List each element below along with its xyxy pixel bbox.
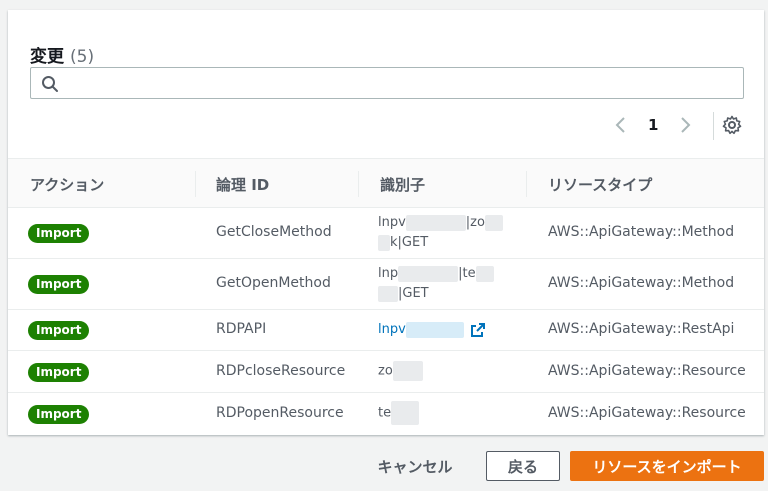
redacted-text bbox=[378, 234, 390, 251]
changes-panel: 変更 (5) 1 アクション 論理 ID 識別子 リソースタイプ Import G… bbox=[8, 10, 764, 435]
logical-id-cell: GetCloseMethod bbox=[216, 224, 332, 240]
identifier-text: zo bbox=[378, 363, 393, 379]
logical-id-cell: RDPcloseResource bbox=[216, 363, 346, 379]
previous-page-icon[interactable] bbox=[612, 114, 630, 136]
import-status-badge: Import bbox=[28, 321, 90, 340]
identifier-cell: lnpv |zo k|GET bbox=[378, 213, 508, 253]
logical-id-cell: RDPopenResource bbox=[216, 405, 344, 421]
identifier-text: |GET bbox=[398, 286, 429, 301]
table-row: Import RDPAPI lnpv AWS::ApiGateway::Rest… bbox=[8, 310, 764, 351]
column-divider bbox=[358, 171, 359, 197]
table-row: Import GetOpenMethod lnp |te |GET AWS::Ap… bbox=[8, 259, 764, 310]
table-row: Import GetCloseMethod lnpv |zo k|GET AWS:… bbox=[8, 208, 764, 259]
identifier-text: lnp bbox=[378, 266, 399, 281]
panel-title: 変更 (5) bbox=[30, 42, 94, 67]
logical-id-cell: RDPAPI bbox=[216, 321, 267, 337]
resource-type-cell: AWS::ApiGateway::Method bbox=[548, 275, 735, 291]
import-status-badge: Import bbox=[28, 405, 90, 424]
table-row: Import RDPcloseResource zo AWS::ApiGatew… bbox=[8, 351, 764, 393]
redacted-text bbox=[391, 401, 420, 425]
pagination-divider bbox=[713, 112, 714, 140]
import-status-badge: Import bbox=[28, 363, 90, 382]
cancel-button[interactable]: キャンセル bbox=[366, 450, 464, 482]
redacted-text bbox=[405, 321, 464, 338]
resource-type-cell: AWS::ApiGateway::Resource bbox=[548, 363, 746, 379]
identifier-cell[interactable]: lnpv bbox=[378, 320, 508, 340]
table-row: Import RDPopenResource te AWS::ApiGatewa… bbox=[8, 393, 764, 435]
redacted-text bbox=[475, 265, 494, 282]
import-status-badge: Import bbox=[28, 275, 90, 294]
next-page-icon[interactable] bbox=[676, 114, 694, 136]
column-header-identifier[interactable]: 識別子 bbox=[380, 174, 425, 195]
redacted-text bbox=[484, 214, 503, 231]
identifier-link[interactable]: lnpv bbox=[378, 322, 406, 337]
column-header-resource-type[interactable]: リソースタイプ bbox=[548, 174, 652, 195]
column-header-logical-id[interactable]: 論理 ID bbox=[216, 174, 269, 195]
redacted-text bbox=[398, 265, 459, 282]
resource-type-cell: AWS::ApiGateway::Method bbox=[548, 224, 735, 240]
identifier-text: |te bbox=[458, 266, 476, 281]
redacted-text bbox=[405, 214, 466, 231]
back-button[interactable]: 戻る bbox=[486, 451, 560, 481]
identifier-cell: zo bbox=[378, 361, 508, 382]
identifier-cell: lnp |te |GET bbox=[378, 264, 508, 304]
settings-gear-icon[interactable] bbox=[722, 115, 742, 135]
resource-type-cell: AWS::ApiGateway::Resource bbox=[548, 405, 746, 421]
resource-type-cell: AWS::ApiGateway::RestApi bbox=[548, 321, 735, 337]
column-divider bbox=[195, 171, 196, 197]
identifier-text: te bbox=[378, 405, 392, 421]
import-resources-button[interactable]: リソースをインポート bbox=[570, 451, 764, 481]
search-icon bbox=[42, 76, 58, 92]
import-status-badge: Import bbox=[28, 224, 90, 243]
logical-id-cell: GetOpenMethod bbox=[216, 275, 331, 291]
redacted-text bbox=[378, 285, 398, 302]
identifier-text: lnpv bbox=[378, 215, 406, 230]
column-header-action[interactable]: アクション bbox=[30, 174, 104, 195]
panel-title-count: (5) bbox=[70, 47, 95, 67]
external-link-icon[interactable] bbox=[470, 322, 486, 338]
redacted-text bbox=[392, 361, 423, 381]
identifier-text: |zo bbox=[465, 215, 485, 230]
table-header: アクション 論理 ID 識別子 リソースタイプ bbox=[8, 158, 764, 208]
panel-title-text: 変更 bbox=[30, 47, 64, 67]
current-page-number[interactable]: 1 bbox=[648, 116, 658, 134]
column-divider bbox=[526, 171, 527, 197]
identifier-text: k|GET bbox=[390, 235, 429, 250]
identifier-cell: te bbox=[378, 401, 508, 425]
search-input[interactable] bbox=[30, 67, 744, 99]
